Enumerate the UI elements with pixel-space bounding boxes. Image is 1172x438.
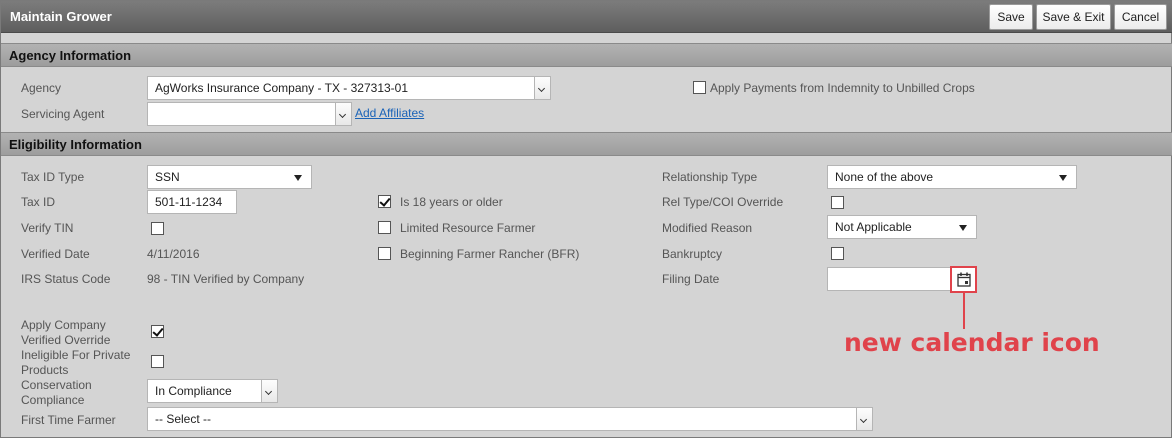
save-exit-button[interactable]: Save & Exit	[1036, 4, 1111, 30]
verify-tin-label: Verify TIN	[21, 221, 74, 235]
conservation-select[interactable]: In Compliance	[147, 379, 278, 403]
eligibility-section-header: Eligibility Information	[1, 132, 1172, 156]
first-time-farmer-value: -- Select --	[155, 412, 212, 426]
chevron-down-icon	[335, 103, 351, 125]
bankruptcy-checkbox[interactable]	[831, 247, 844, 260]
agency-section-header: Agency Information	[1, 43, 1172, 67]
relationship-type-select[interactable]: None of the above	[827, 165, 1077, 189]
cancel-button[interactable]: Cancel	[1114, 4, 1167, 30]
rel-type-override-checkbox[interactable]	[831, 196, 844, 209]
conservation-value: In Compliance	[155, 384, 232, 398]
relationship-type-label: Relationship Type	[662, 170, 758, 184]
servicing-agent-label: Servicing Agent	[21, 107, 105, 121]
window-title: Maintain Grower	[10, 9, 112, 24]
limited-resource-checkbox[interactable]	[378, 221, 391, 234]
agency-select-value: AgWorks Insurance Company - TX - 327313-…	[155, 81, 409, 95]
bankruptcy-label: Bankruptcy	[662, 247, 723, 261]
title-bar: Maintain Grower Save Save & Exit Cancel	[1, 1, 1172, 33]
calendar-button[interactable]	[950, 266, 977, 293]
add-affiliates-link[interactable]: Add Affiliates	[355, 106, 424, 120]
conservation-label: Conservation Compliance	[21, 378, 92, 407]
chevron-down-icon	[1059, 175, 1067, 181]
apply-payments-checkbox[interactable]	[693, 81, 706, 94]
agency-label: Agency	[21, 81, 62, 95]
filing-date-input[interactable]	[827, 267, 951, 291]
callout-line	[963, 293, 965, 329]
verify-tin-checkbox[interactable]	[151, 222, 164, 235]
modified-reason-label: Modified Reason	[662, 221, 753, 235]
save-button[interactable]: Save	[989, 4, 1033, 30]
filing-date-label: Filing Date	[662, 272, 720, 286]
section-title: Eligibility Information	[9, 137, 142, 152]
chevron-down-icon	[959, 225, 967, 231]
apply-company-override-label: Apply Company Verified Override	[21, 318, 111, 347]
chevron-down-icon	[856, 408, 872, 430]
ineligible-private-checkbox[interactable]	[151, 355, 164, 368]
chevron-down-icon	[261, 380, 277, 402]
chevron-down-icon	[534, 77, 550, 99]
section-title: Agency Information	[9, 48, 132, 63]
verified-date-label: Verified Date	[21, 247, 90, 261]
modified-reason-select[interactable]: Not Applicable	[827, 215, 977, 239]
first-time-farmer-select[interactable]: -- Select --	[147, 407, 873, 431]
callout-text: new calendar icon	[844, 328, 1100, 357]
ineligible-private-label: Ineligible For Private Products	[21, 348, 131, 377]
chevron-down-icon	[294, 175, 302, 181]
tax-id-type-select[interactable]: SSN	[147, 165, 312, 189]
modified-reason-value: Not Applicable	[835, 220, 912, 234]
tax-id-input[interactable]: 501-11-1234	[147, 190, 237, 214]
servicing-agent-select[interactable]	[147, 102, 352, 126]
beginning-farmer-checkbox[interactable]	[378, 247, 391, 260]
first-time-farmer-label: First Time Farmer	[21, 413, 116, 427]
is-18-label: Is 18 years or older	[400, 195, 503, 209]
relationship-type-value: None of the above	[835, 170, 934, 184]
window-frame: Maintain Grower Save Save & Exit Cancel …	[0, 0, 1172, 438]
irs-status-value: 98 - TIN Verified by Company	[147, 272, 305, 286]
calendar-icon	[957, 272, 971, 287]
apply-company-override-checkbox[interactable]	[151, 325, 164, 338]
verified-date-value: 4/11/2016	[147, 247, 200, 261]
agency-select[interactable]: AgWorks Insurance Company - TX - 327313-…	[147, 76, 551, 100]
tax-id-label: Tax ID	[21, 195, 56, 209]
tax-id-type-value: SSN	[155, 170, 180, 184]
irs-status-label: IRS Status Code	[21, 272, 111, 286]
apply-payments-label: Apply Payments from Indemnity to Unbille…	[710, 81, 975, 95]
limited-resource-label: Limited Resource Farmer	[400, 221, 536, 235]
rel-type-override-label: Rel Type/COI Override	[662, 195, 784, 209]
tax-id-type-label: Tax ID Type	[21, 170, 85, 184]
beginning-farmer-label: Beginning Farmer Rancher (BFR)	[400, 247, 580, 261]
is-18-checkbox[interactable]	[378, 195, 391, 208]
